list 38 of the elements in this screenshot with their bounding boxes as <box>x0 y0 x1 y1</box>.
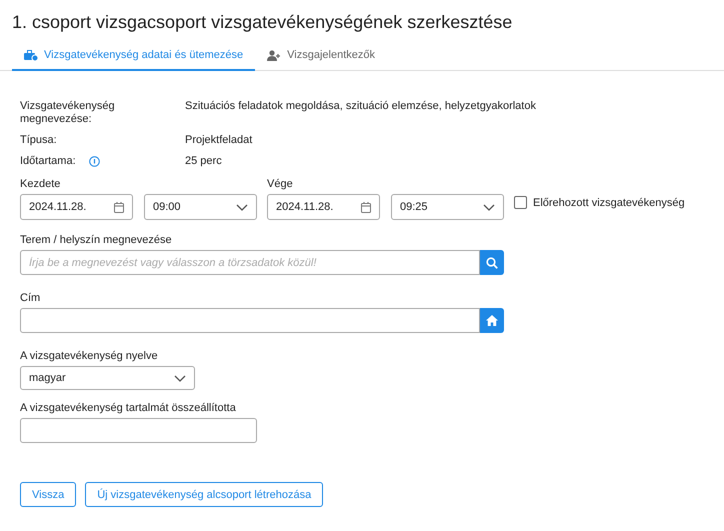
field-label: Vége <box>267 178 294 191</box>
calendar-icon <box>114 202 124 212</box>
field-value: Projektfeladat <box>185 134 254 147</box>
search-icon <box>486 256 498 268</box>
time-select[interactable]: 09:00 <box>144 194 257 220</box>
field-label: A vizsgatevékenység nyelve <box>20 350 158 363</box>
field-label: Cím <box>20 292 40 305</box>
field-value: 25 perc <box>185 155 223 168</box>
field-label: Időtartama: <box>20 155 76 168</box>
page-title: 1. csoport vizsgacsoport vizsgatevékenységének szerkesztése <box>11 11 514 33</box>
time-select[interactable]: 09:25 <box>391 194 504 220</box>
checkbox-label: Előrehozott vizsgatevékenység <box>533 196 685 208</box>
chevron-down-icon <box>174 374 186 382</box>
create-button[interactable]: Új vizsgatevékenység alcsoport létrehozása <box>85 482 324 507</box>
chevron-down-icon <box>483 204 495 210</box>
field-label: Kezdete <box>20 178 62 191</box>
home-icon <box>486 315 498 326</box>
search-button[interactable] <box>480 250 504 275</box>
language-select[interactable]: magyar <box>20 366 195 390</box>
calendar-icon <box>361 202 371 212</box>
tab[interactable]: Vizsgatevékenység adatai és ütemezése <box>12 49 256 71</box>
person-add-icon <box>267 50 282 60</box>
field-label: Típusa: <box>20 134 57 147</box>
input-field[interactable] <box>20 308 480 333</box>
field-label: Vizsgatevékenység megnevezése: <box>20 100 116 126</box>
back-button[interactable]: Vissza <box>20 482 76 507</box>
info-icon[interactable] <box>88 156 100 167</box>
tab[interactable]: Vizsgajelentkezők <box>255 49 388 71</box>
field-value: Szituációs feladatok megoldása, szituáció elemzése, helyzetgyakorlatok <box>185 100 537 114</box>
date-field[interactable]: 2024.11.28. <box>20 194 133 220</box>
date-field[interactable]: 2024.11.28. <box>267 194 380 220</box>
chevron-down-icon <box>236 204 248 210</box>
field-label: Terem / helyszín megnevezése <box>20 234 172 247</box>
field-label: A vizsgatevékenység tartalmát összeállította <box>20 402 236 415</box>
briefcase-icon <box>24 50 38 60</box>
input-field[interactable] <box>20 418 257 443</box>
checkbox[interactable] <box>514 196 527 209</box>
home-button[interactable] <box>480 308 504 333</box>
